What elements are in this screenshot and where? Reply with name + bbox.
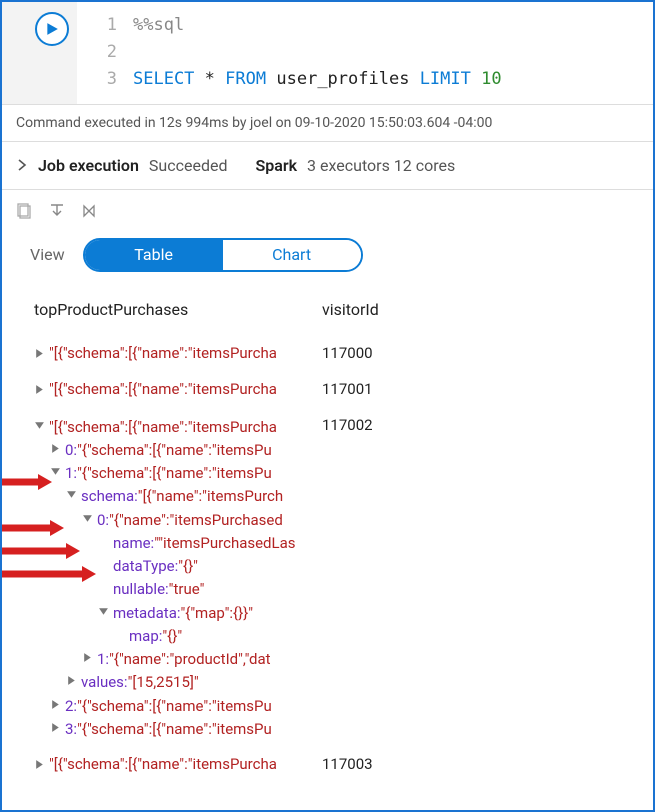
table-row: "[{"schema":[{"name":"itemsPurcha 117003 xyxy=(34,741,635,782)
tree-node[interactable]: 0: "{"name":"itemsPurchased xyxy=(34,509,322,532)
run-button[interactable] xyxy=(35,12,69,46)
cell-visitorId: 117003 xyxy=(322,755,635,773)
callout-arrow-icon xyxy=(2,565,96,585)
spark-label: Spark xyxy=(255,156,297,175)
tree-node[interactable]: 1: "{"name":"productId","dat xyxy=(34,648,322,671)
expand-right-icon[interactable] xyxy=(50,722,61,733)
expand-down-icon[interactable] xyxy=(34,420,45,431)
tab-table[interactable]: Table xyxy=(85,240,223,270)
cell-json[interactable]: "[{"schema":[{"name":"itemsPurcha xyxy=(49,380,277,398)
play-icon xyxy=(45,22,59,36)
tree-node[interactable]: schema: "[{"name":"itemsPurch xyxy=(34,485,322,508)
expand-right-icon[interactable] xyxy=(34,384,45,395)
result-table: topProductPurchases visitorId "[{"schema… xyxy=(2,288,653,789)
expand-right-icon[interactable] xyxy=(34,348,45,359)
job-label: Job execution xyxy=(38,156,139,175)
cell-json[interactable]: "[{"schema":[{"name":"itemsPurcha xyxy=(49,344,277,362)
expand-down-icon[interactable] xyxy=(66,489,77,500)
cell-gutter xyxy=(2,2,77,104)
cell-visitorId: 117001 xyxy=(322,380,635,398)
execution-status: Command executed in 12s 994ms by joel on… xyxy=(2,104,653,141)
expand-right-icon[interactable] xyxy=(34,759,45,770)
code-editor[interactable]: 1%%sql 2 3SELECT * FROM user_profiles LI… xyxy=(77,2,653,104)
cell-json[interactable]: "[{"schema":[{"name":"itemsPurcha xyxy=(49,755,277,773)
tree-node[interactable]: 2: "{"schema":[{"name":"itemsPu xyxy=(34,695,322,718)
table-header: topProductPurchases visitorId xyxy=(34,288,635,335)
expand-right-icon[interactable] xyxy=(50,699,61,710)
job-state: Succeeded xyxy=(149,156,228,175)
tree-root[interactable]: "[{"schema":[{"name":"itemsPurcha xyxy=(34,416,322,439)
col-header-topProductPurchases[interactable]: topProductPurchases xyxy=(34,300,322,319)
job-execution-row[interactable]: Job execution Succeeded Spark 3 executor… xyxy=(2,141,653,190)
view-toggle-row: View Table Chart xyxy=(2,232,653,288)
download-icon[interactable] xyxy=(48,202,66,220)
callout-arrow-icon xyxy=(2,519,64,539)
expand-down-icon[interactable] xyxy=(82,513,93,524)
code-text: %%sql xyxy=(133,15,184,35)
col-header-visitorId[interactable]: visitorId xyxy=(322,300,635,319)
expand-right-icon[interactable] xyxy=(66,675,77,686)
expand-right-icon[interactable] xyxy=(50,443,61,454)
tree-node[interactable]: metadata: "{"map":{}}" xyxy=(34,602,322,625)
tree-node[interactable]: values: "[15,2515]" xyxy=(34,671,322,694)
table-row-expanded: "[{"schema":[{"name":"itemsPurcha 0: "{"… xyxy=(34,407,635,742)
table-row: "[{"schema":[{"name":"itemsPurcha 117000 xyxy=(34,335,635,371)
view-toggle: Table Chart xyxy=(83,238,363,272)
result-toolbar xyxy=(2,190,653,232)
copy-icon[interactable] xyxy=(16,202,34,220)
clear-icon[interactable] xyxy=(80,202,98,220)
tree-node[interactable]: 0: "{"schema":[{"name":"itemsPu xyxy=(34,439,322,462)
expand-right-icon[interactable] xyxy=(82,652,93,663)
spark-detail: 3 executors 12 cores xyxy=(307,156,455,175)
table-row: "[{"schema":[{"name":"itemsPurcha 117001 xyxy=(34,371,635,407)
cell-visitorId: 117000 xyxy=(322,344,635,362)
callout-arrow-icon xyxy=(2,542,80,562)
tree-node[interactable]: 3: "{"schema":[{"name":"itemsPu xyxy=(34,718,322,741)
chevron-right-icon xyxy=(16,159,28,171)
tab-chart[interactable]: Chart xyxy=(223,240,361,270)
tree-leaf: map: "{}" xyxy=(34,625,322,648)
callout-arrow-icon xyxy=(2,473,52,493)
tree-node[interactable]: 1: "{"schema":[{"name":"itemsPu xyxy=(34,462,322,485)
code-cell: 1%%sql 2 3SELECT * FROM user_profiles LI… xyxy=(2,2,653,104)
expand-down-icon[interactable] xyxy=(98,606,109,617)
view-label: View xyxy=(30,245,65,264)
cell-visitorId: 117002 xyxy=(322,416,635,742)
